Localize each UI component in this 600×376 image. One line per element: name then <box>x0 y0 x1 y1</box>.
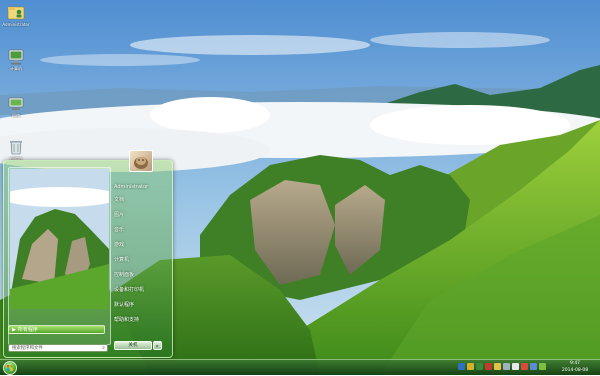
user-name[interactable]: Administrator <box>114 181 169 193</box>
tray-app-icon[interactable] <box>521 363 528 370</box>
taskbar: 9:47 2014-08-08 <box>0 359 600 375</box>
desktop-icon-computer[interactable]: 计算机 <box>2 48 30 71</box>
tray-app-icon[interactable] <box>530 363 537 370</box>
tray-network-icon[interactable] <box>503 363 510 370</box>
menu-item-devices-printers[interactable]: 设备和打印机 <box>114 283 169 298</box>
desktop-icon-label: Administrator <box>2 22 30 27</box>
desktop-icon-label: 计算机 <box>10 66 22 71</box>
tray-security-icon[interactable] <box>467 363 474 370</box>
recycle-bin-icon <box>10 141 22 155</box>
computer-icon <box>8 49 24 65</box>
tray-app-icon[interactable] <box>476 363 483 370</box>
taskbar-clock[interactable]: 9:47 2014-08-08 <box>550 360 600 375</box>
desktop-icon-recycle-bin[interactable]: 回收站 <box>2 138 30 161</box>
tray-app-icon[interactable] <box>458 363 465 370</box>
start-menu: ▶ 所有程序 搜索程序和文件 ⌕ Administrator 文档 图片 音乐 游… <box>3 150 173 358</box>
play-arrow-icon: ▶ <box>12 327 16 333</box>
search-icon: ⌕ <box>102 345 105 351</box>
menu-item-pictures[interactable]: 图片 <box>114 208 169 223</box>
tray-app-icon[interactable] <box>485 363 492 370</box>
search-input[interactable]: 搜索程序和文件 ⌕ <box>8 344 108 352</box>
start-button[interactable] <box>3 361 17 375</box>
search-placeholder: 搜索程序和文件 <box>12 346 43 351</box>
start-menu-right-list: Administrator 文档 图片 音乐 游戏 计算机 控制面板 设备和打印… <box>114 181 169 328</box>
menu-item-control-panel[interactable]: 控制面板 <box>114 268 169 283</box>
shutdown-label: 关机 <box>128 343 138 348</box>
tray-app-icon[interactable] <box>494 363 501 370</box>
tray-volume-icon[interactable] <box>512 363 519 370</box>
menu-item-documents[interactable]: 文档 <box>114 193 169 208</box>
user-folder-icon <box>7 6 25 20</box>
clock-date: 2014-08-08 <box>561 368 589 373</box>
network-icon <box>8 97 24 110</box>
menu-item-music[interactable]: 音乐 <box>114 223 169 238</box>
desktop-icon-label: 网络 <box>12 113 20 118</box>
menu-item-help-support[interactable]: 帮助和支持 <box>114 313 169 328</box>
windows-logo-icon <box>7 365 13 371</box>
avatar[interactable] <box>129 150 153 172</box>
shutdown-button[interactable]: 关机 <box>114 341 152 350</box>
menu-item-computer[interactable]: 计算机 <box>114 253 169 268</box>
desktop-icon-administrator[interactable]: Administrator <box>2 4 30 27</box>
all-programs-label: 所有程序 <box>17 327 38 333</box>
menu-item-games[interactable]: 游戏 <box>114 238 169 253</box>
menu-item-default-programs[interactable]: 默认程序 <box>114 298 169 313</box>
programs-pane-preview <box>10 169 109 309</box>
clock-time: 9:47 <box>569 361 581 366</box>
tray-flag-icon[interactable] <box>539 363 546 370</box>
desktop-icon-network[interactable]: 网络 <box>2 95 30 118</box>
shutdown-options-button[interactable]: ▸ <box>153 341 162 350</box>
all-programs-button[interactable]: ▶ 所有程序 <box>8 325 105 334</box>
programs-pane <box>8 167 111 345</box>
avatar-image <box>134 157 148 169</box>
chevron-right-icon: ▸ <box>156 343 159 348</box>
